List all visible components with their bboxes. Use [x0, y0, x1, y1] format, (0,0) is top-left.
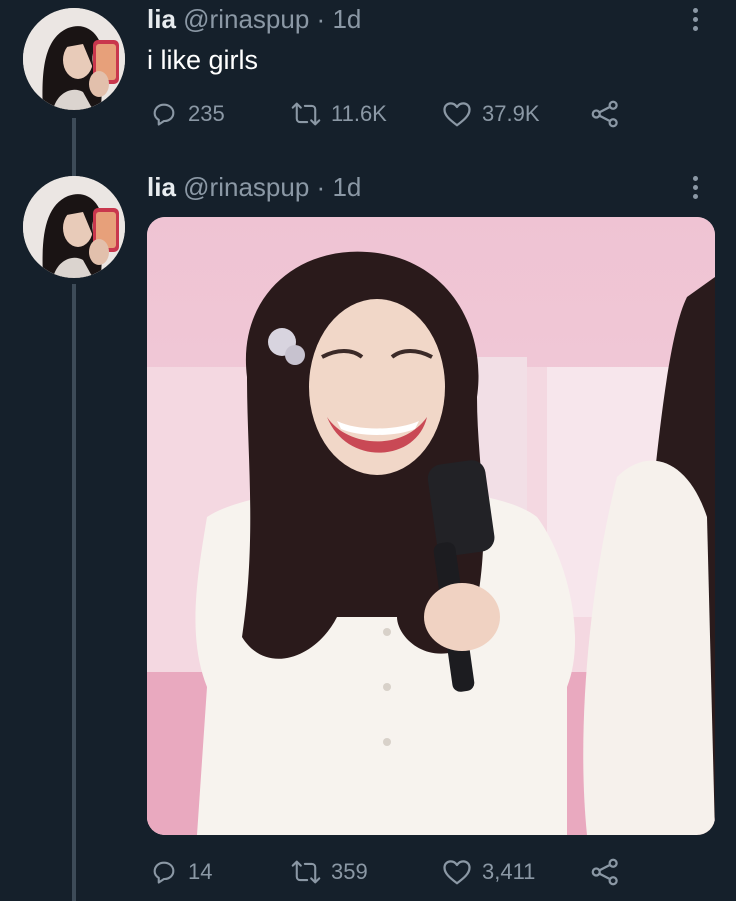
share-icon	[591, 100, 618, 128]
like-button[interactable]: 37.9K	[442, 97, 540, 131]
separator-dot: ·	[316, 4, 326, 34]
timestamp[interactable]: 1d	[332, 4, 361, 34]
reply-count: 235	[188, 101, 225, 126]
tweet-text: i like girls	[147, 45, 259, 75]
retweet-count: 359	[331, 859, 368, 884]
reply-icon	[153, 861, 175, 884]
avatar[interactable]	[23, 8, 125, 110]
more-options-icon[interactable]	[692, 176, 700, 203]
tweet-header: lia @rinaspup · 1d	[147, 172, 361, 203]
reply-button[interactable]: 14	[150, 855, 212, 889]
reply-icon	[153, 103, 175, 126]
separator-dot: ·	[316, 172, 326, 202]
avatar[interactable]	[23, 176, 125, 278]
tweet[interactable]: lia @rinaspup · 1d i like girls 235 11.6…	[0, 0, 736, 160]
retweet-icon	[291, 102, 321, 126]
photo-illustration	[147, 217, 715, 835]
avatar-image	[23, 176, 125, 278]
like-button[interactable]: 3,411	[442, 855, 535, 889]
tweet-media-image[interactable]	[147, 217, 715, 835]
share-button[interactable]	[590, 97, 620, 131]
heart-icon	[443, 860, 471, 885]
reply-count: 14	[188, 859, 213, 884]
reply-button[interactable]: 235	[150, 97, 225, 131]
display-name[interactable]: lia	[147, 172, 176, 202]
avatar-image	[23, 8, 125, 110]
retweet-count: 11.6K	[331, 101, 387, 126]
user-handle[interactable]: @rinaspup	[183, 4, 309, 34]
retweet-icon	[291, 860, 321, 884]
retweet-button[interactable]: 359	[291, 855, 368, 889]
timestamp[interactable]: 1d	[332, 172, 361, 202]
heart-icon	[443, 102, 471, 127]
share-icon	[591, 858, 618, 886]
share-button[interactable]	[590, 855, 620, 889]
like-count: 3,411	[482, 859, 536, 884]
like-count: 37.9K	[482, 101, 540, 126]
retweet-button[interactable]: 11.6K	[291, 97, 387, 131]
display-name[interactable]: lia	[147, 4, 176, 34]
more-options-icon[interactable]	[692, 8, 700, 35]
tweet-header: lia @rinaspup · 1d	[147, 4, 361, 35]
user-handle[interactable]: @rinaspup	[183, 172, 309, 202]
